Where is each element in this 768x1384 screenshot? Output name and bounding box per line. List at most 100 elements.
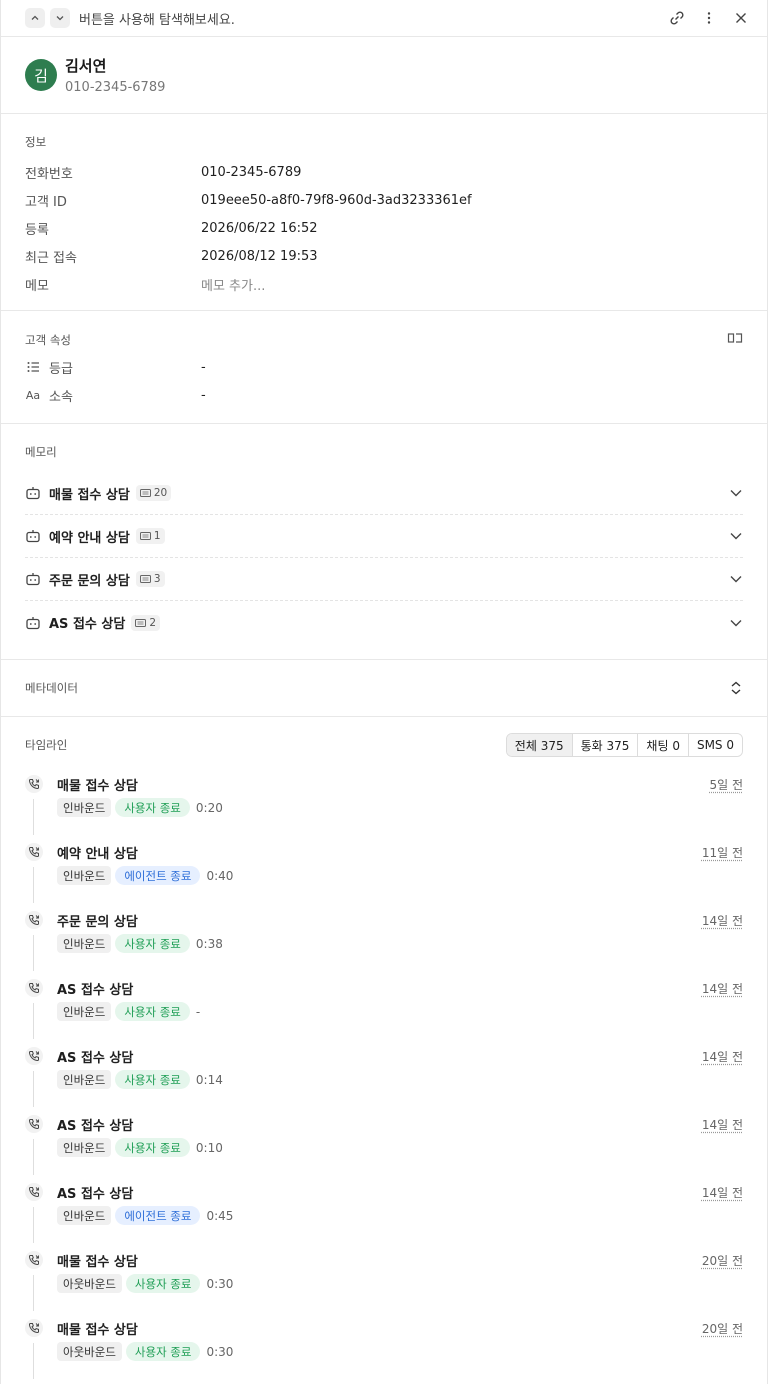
timeline-item-title: 예약 안내 상담 (57, 847, 138, 862)
memory-item[interactable]: 매물 접수 상담 20 (25, 472, 743, 515)
direction-tag: 인바운드 (57, 1206, 112, 1225)
prev-button[interactable] (25, 8, 45, 28)
timeline-item-tags: 인바운드 에이전트 종료 0:45 (57, 1206, 233, 1225)
info-value: 2026/08/12 19:53 (201, 248, 318, 264)
customer-name: 김서연 (65, 57, 107, 75)
robot-icon (26, 573, 40, 586)
memo-input[interactable]: 메모 추가... (201, 275, 265, 294)
robot-icon (26, 616, 40, 629)
timeline-item[interactable]: AS 접수 상담 14일 전 인바운드 사용자 종료 - (25, 977, 743, 1045)
filter-call[interactable]: 통화 375 (571, 734, 638, 756)
attribute-value[interactable]: - (201, 360, 206, 375)
timeline-item[interactable]: 예약 안내 상담 11일 전 인바운드 에이전트 종료 0:40 (25, 841, 743, 909)
memory-item[interactable]: 주문 문의 상담 3 (25, 558, 743, 601)
customer-phone: 010-2345-6789 (65, 80, 166, 95)
filter-chat[interactable]: 채팅 0 (637, 734, 688, 756)
direction-tag: 인바운드 (57, 1138, 112, 1157)
info-section: 정보 전화번호 010-2345-6789 고객 ID 019eee50-a8f… (1, 114, 767, 311)
list-icon (25, 361, 41, 373)
call-duration: - (195, 1004, 201, 1019)
timeline-item-title: AS 접수 상담 (57, 1051, 134, 1066)
filter-sms[interactable]: SMS 0 (687, 734, 742, 756)
info-value: 010-2345-6789 (201, 164, 302, 180)
memory-item-name: AS 접수 상담 (49, 617, 126, 632)
memory-item-name: 주문 문의 상담 (49, 573, 130, 589)
status-badge: 사용자 종료 (115, 1002, 190, 1021)
timeline-item[interactable]: AS 접수 상담 14일 전인바운드 사용자 종료 0:14 (25, 1045, 743, 1113)
memory-card-icon (135, 618, 147, 627)
memory-card-icon (139, 532, 151, 540)
timeline-item-time: 14일 전 (701, 1186, 743, 1200)
timeline-connector (33, 935, 34, 971)
memory-section-title: 메모리 (25, 445, 57, 459)
status-badge: 사용자 종료 (115, 1138, 190, 1157)
timeline-item[interactable]: AS 접수 상담 14일 전인바운드 사용자 종료 0:10 (25, 1113, 743, 1181)
timeline-item-title: AS 접수 상담 (57, 1119, 134, 1134)
chevron-down-icon (730, 576, 742, 583)
robot-icon (26, 530, 40, 543)
status-badge: 사용자 종료 (115, 798, 190, 817)
phone-call-icon (25, 1115, 43, 1133)
timeline-item-time: 20일 전 (701, 1254, 743, 1268)
direction-tag: 인바운드 (57, 1070, 112, 1089)
timeline-item-time: 14일 전 (701, 1118, 743, 1132)
memory-count: 3 (153, 573, 161, 585)
call-duration: 0:38 (195, 936, 223, 951)
timeline-connector (33, 1343, 34, 1379)
timeline-item[interactable]: 매물 접수 상담 20일 전 아웃바운드 사용자 종료 0:30 (25, 1317, 743, 1384)
timeline-item[interactable]: 매물 접수 상담 20일 전 아웃바운드 사용자 종료 0:30 (25, 1249, 743, 1317)
chevron-down-icon (730, 490, 742, 497)
info-value: 019eee50-a8f0-79f8-960d-3ad3233361ef (201, 192, 472, 208)
phone-call-icon (25, 979, 43, 997)
navigation-hint: 버튼을 사용해 탐색해보세요. (79, 12, 235, 28)
attribute-settings-button[interactable] (727, 331, 743, 349)
call-duration: 0:45 (206, 1208, 234, 1223)
timeline-item-tags: 인바운드 사용자 종료 0:38 (57, 934, 223, 953)
call-duration: 0:14 (195, 1072, 223, 1087)
memory-card-icon (139, 575, 151, 583)
info-row-memo: 메모 메모 추가... (25, 270, 743, 298)
more-vertical-icon (707, 12, 711, 24)
text-aa-icon: Aa (25, 388, 41, 402)
timeline-item-tags: 인바운드 에이전트 종료 0:40 (57, 866, 233, 885)
metadata-section[interactable]: 메타데이터 (1, 660, 767, 717)
status-badge: 사용자 종료 (115, 1070, 190, 1089)
phone-call-icon (25, 911, 43, 929)
info-label: 전화번호 (25, 166, 73, 182)
memory-item-name: 예약 안내 상담 (49, 530, 130, 546)
timeline-item[interactable]: 매물 접수 상담 5일 전 인바운드 사용자 종료 0:20 (25, 773, 743, 841)
next-button[interactable] (50, 8, 70, 28)
timeline-connector (33, 867, 34, 903)
call-duration: 0:30 (206, 1344, 234, 1359)
direction-tag: 인바운드 (57, 1002, 112, 1021)
phone-call-icon (25, 1251, 43, 1269)
memory-count-badge: 2 (131, 614, 161, 631)
close-button[interactable] (727, 4, 755, 32)
timeline-item[interactable]: AS 접수 상담 14일 전 인바운드 에이전트 종료 0:45 (25, 1181, 743, 1249)
timeline-header: 타임라인 전체 375 통화 375 채팅 0 SMS 0 (25, 717, 743, 773)
chevron-down-icon (56, 16, 64, 21)
info-value: 2026/06/22 16:52 (201, 220, 318, 236)
info-row-phone: 전화번호 010-2345-6789 (25, 158, 743, 186)
timeline-connector (33, 1139, 34, 1175)
timeline-filter: 전체 375 통화 375 채팅 0 SMS 0 (505, 733, 743, 757)
call-duration: 0:40 (206, 868, 234, 883)
more-options-button[interactable] (695, 4, 723, 32)
memory-count-badge: 3 (135, 571, 165, 587)
phone-call-icon (25, 775, 43, 793)
filter-all[interactable]: 전체 375 (506, 734, 572, 756)
call-duration: 0:10 (195, 1140, 223, 1155)
timeline-list: 매물 접수 상담 5일 전 인바운드 사용자 종료 0:20 예약 안내 상담 11일 전인… (25, 773, 743, 1384)
call-duration: 0:30 (206, 1276, 234, 1291)
timeline-item-tags: 인바운드 사용자 종료 0:10 (57, 1138, 223, 1157)
attribute-value[interactable]: - (201, 388, 206, 403)
memory-item[interactable]: 예약 안내 상담 1 (25, 515, 743, 558)
timeline-item-tags: 아웃바운드 사용자 종료 0:30 (57, 1342, 233, 1361)
direction-tag: 아웃바운드 (57, 1274, 122, 1293)
timeline-item[interactable]: 주문 문의 상담 14일 전 인바운드 사용자 종료 0:38 (25, 909, 743, 977)
memory-item[interactable]: AS 접수 상담 2 (25, 601, 743, 644)
timeline-item-tags: 아웃바운드 사용자 종료 0:30 (57, 1274, 233, 1293)
copy-link-button[interactable] (663, 4, 691, 32)
timeline-item-time: 14일 전 (701, 1050, 743, 1064)
info-label: 등록 (25, 222, 49, 238)
